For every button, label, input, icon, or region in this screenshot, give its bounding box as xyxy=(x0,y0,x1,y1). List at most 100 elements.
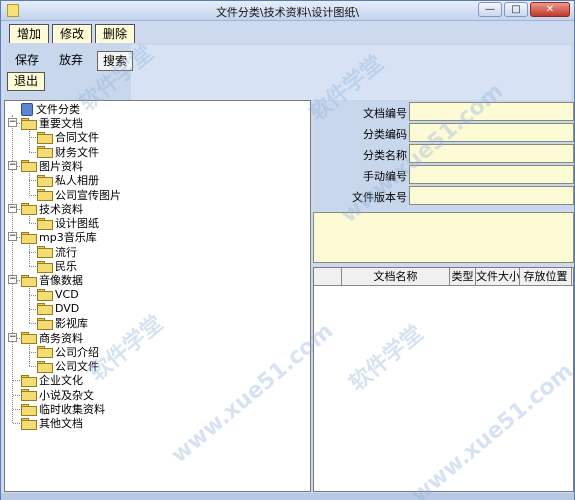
tree-item[interactable]: 公司宣传图片 xyxy=(37,188,121,202)
add-button[interactable]: 增加 xyxy=(9,24,50,44)
minimize-button[interactable]: — xyxy=(478,2,502,17)
form-row: 文档编号 xyxy=(313,102,574,121)
category-tree[interactable]: 文件分类 重要文档 − 合同文件 财务文件 图片资料 − 私人相册 公司宣传图片 技术资料 − 设计… xyxy=(4,100,311,492)
tree-connector xyxy=(29,351,36,353)
collapse-toggle[interactable]: − xyxy=(8,275,17,285)
column-header[interactable]: 文件大小 xyxy=(476,268,520,286)
exit-button[interactable]: 退出 xyxy=(7,72,45,91)
tree-connector xyxy=(13,380,20,382)
tree-item[interactable]: 音像数据 xyxy=(21,273,83,287)
tree-item[interactable]: mp3音乐库 xyxy=(21,230,97,244)
field-input[interactable] xyxy=(409,102,574,121)
tree-item[interactable]: 合同文件 xyxy=(37,130,99,144)
folder-icon xyxy=(37,289,53,302)
close-button[interactable]: ✕ xyxy=(530,2,570,17)
column-header[interactable]: 类型 xyxy=(450,268,476,286)
tree-item[interactable]: VCD xyxy=(37,288,79,302)
folder-icon xyxy=(37,189,53,201)
folder-icon xyxy=(21,231,37,244)
tree-connector xyxy=(29,323,36,325)
tree-connector xyxy=(29,180,36,182)
tree-item[interactable]: 商务资料 xyxy=(21,331,83,345)
folder-icon xyxy=(37,346,53,359)
folder-icon xyxy=(37,317,53,330)
tree-connector xyxy=(29,194,36,196)
folder-icon xyxy=(37,174,53,187)
document-form: 文档编号 分类编码 分类名称 手动编号 文件版本号 xyxy=(313,100,574,210)
tree-item[interactable]: 民乐 xyxy=(37,259,77,273)
collapse-toggle[interactable]: − xyxy=(8,232,17,242)
title-bar[interactable]: 文件分类\技术资料\设计图纸\ — □ ✕ xyxy=(1,1,574,21)
tree-item[interactable]: 设计图纸 xyxy=(37,216,99,230)
folder-icon xyxy=(21,417,37,430)
memo-field[interactable] xyxy=(313,212,574,263)
tree-item[interactable]: 小说及杂文 xyxy=(21,388,94,402)
folder-icon xyxy=(21,117,37,130)
discard-button[interactable]: 放弃 xyxy=(55,51,87,69)
tree-item[interactable]: 公司文件 xyxy=(37,359,99,373)
tree-connector xyxy=(29,242,30,266)
form-row: 分类名称 xyxy=(313,144,574,163)
tree-connector xyxy=(29,151,36,153)
save-button[interactable]: 保存 xyxy=(11,51,43,69)
tree-connector xyxy=(29,128,30,152)
status-bar xyxy=(1,493,574,500)
tree-connector xyxy=(29,308,36,310)
window-controls: — □ ✕ xyxy=(478,2,570,17)
field-input[interactable] xyxy=(409,186,574,205)
tree-connector xyxy=(13,409,20,410)
tree-item[interactable]: 其他文档 xyxy=(21,416,83,430)
folder-icon xyxy=(21,274,37,287)
collapse-toggle[interactable]: − xyxy=(8,118,17,127)
tree-item[interactable]: 影视库 xyxy=(37,316,88,330)
tree-item[interactable]: DVD xyxy=(37,302,79,316)
folder-icon xyxy=(37,303,53,316)
collapse-toggle[interactable]: − xyxy=(8,160,17,170)
maximize-button[interactable]: □ xyxy=(504,2,528,17)
edit-button[interactable]: 修改 xyxy=(52,24,93,44)
folder-icon xyxy=(21,203,37,216)
field-input[interactable] xyxy=(409,165,574,184)
tree-item[interactable]: 企业文化 xyxy=(21,373,83,387)
tree-connector xyxy=(29,137,36,139)
field-input[interactable] xyxy=(409,144,574,163)
field-input[interactable] xyxy=(409,123,574,142)
tree-connector xyxy=(29,294,36,296)
folder-icon xyxy=(21,160,37,173)
field-label: 分类名称 xyxy=(363,149,407,162)
tree-root[interactable]: 文件分类 xyxy=(21,102,80,116)
tree-item[interactable]: 财务文件 xyxy=(37,145,99,159)
delete-button[interactable]: 删除 xyxy=(95,24,136,44)
toolbar-secondary: 保存 放弃 搜索 退出 xyxy=(5,43,572,101)
search-button[interactable]: 搜索 xyxy=(97,51,133,71)
tree-item-label: VCD xyxy=(55,288,79,302)
tree-item[interactable]: 技术资料 xyxy=(21,202,83,216)
grid-header: 文档名称 类型 文件大小 存放位置 xyxy=(314,268,573,286)
folder-icon xyxy=(21,332,37,344)
tree-item[interactable]: 临时收集资料 xyxy=(21,402,105,416)
tree-connector xyxy=(29,266,36,267)
tree-item[interactable]: 公司介绍 xyxy=(37,345,99,359)
tree-item[interactable]: 私人相册 xyxy=(37,173,99,187)
collapse-toggle[interactable]: − xyxy=(8,203,17,213)
tree-item[interactable]: 图片资料 xyxy=(21,159,83,173)
tree-item[interactable]: 流行 xyxy=(37,245,77,259)
tree-item-label: 其他文档 xyxy=(39,417,83,431)
column-header[interactable] xyxy=(314,268,342,286)
column-header[interactable]: 存放位置 xyxy=(520,268,572,286)
tree-connector xyxy=(29,223,36,225)
tree-connector xyxy=(29,251,36,253)
field-label: 手动编号 xyxy=(363,170,407,183)
document-grid[interactable]: 文档名称 类型 文件大小 存放位置 xyxy=(313,267,574,492)
form-row: 分类编码 xyxy=(313,123,574,142)
folder-icon xyxy=(37,146,53,159)
tree-item-label: DVD xyxy=(55,302,80,316)
tree-item[interactable]: 重要文档 xyxy=(21,116,83,130)
tree-connector xyxy=(13,394,20,396)
column-header[interactable]: 文档名称 xyxy=(342,268,450,286)
tree-connector xyxy=(29,366,36,368)
collapse-toggle[interactable]: − xyxy=(8,332,17,342)
folder-icon xyxy=(37,217,53,230)
root-category-icon xyxy=(21,102,33,116)
folder-icon xyxy=(37,131,53,144)
